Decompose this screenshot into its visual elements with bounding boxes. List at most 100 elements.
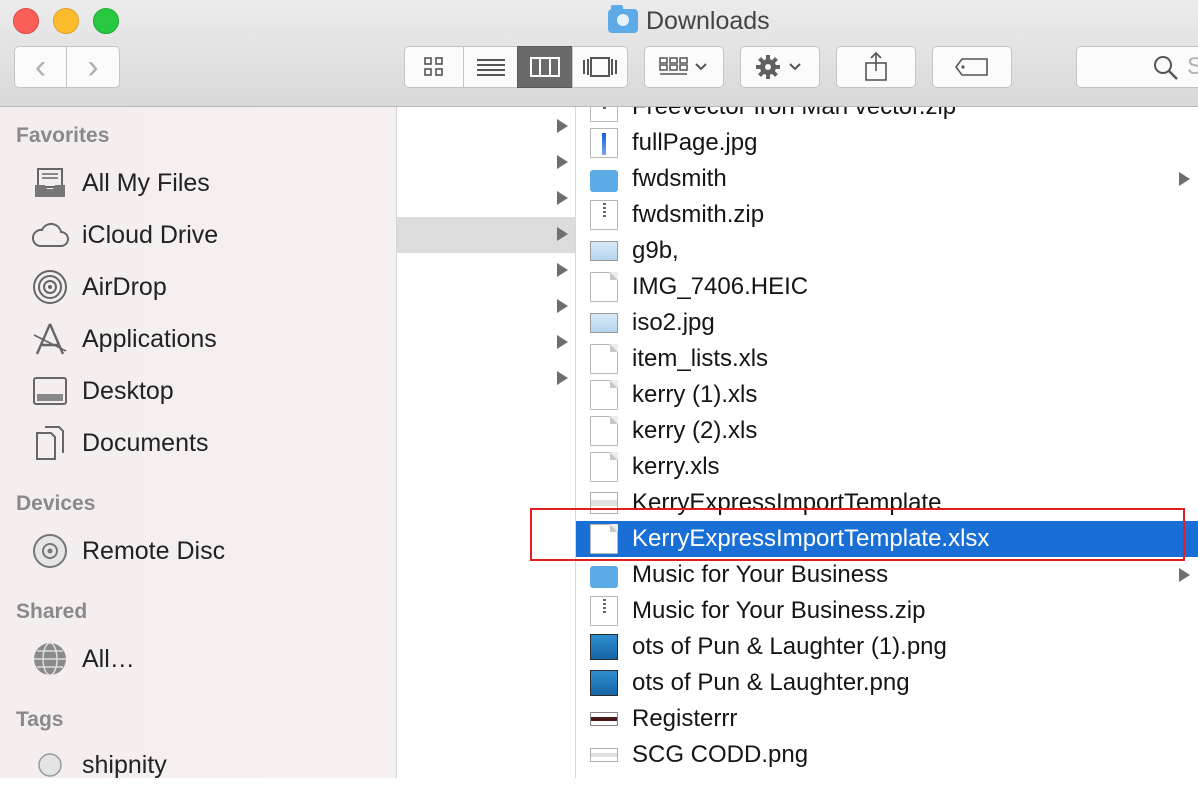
file-row[interactable]: SCG CODD.png: [576, 737, 1198, 773]
disclosure-triangle-icon: [1179, 172, 1190, 186]
sidebar-item-all-shared[interactable]: All…: [30, 639, 135, 679]
zip-file-icon: [590, 596, 618, 626]
search-placeholder: S: [1187, 53, 1198, 80]
document-icon: [590, 344, 618, 374]
file-row[interactable]: ots of Pun & Laughter (1).png: [576, 629, 1198, 665]
sidebar-item-label: All My Files: [82, 168, 210, 197]
image-file-icon: [590, 241, 618, 261]
zip-file-icon: [590, 200, 618, 230]
disclosure-triangle-icon: [557, 191, 568, 205]
arrange-button[interactable]: [644, 46, 724, 88]
sidebar-item-label: Documents: [82, 428, 209, 457]
sidebar-item-label: shipnity: [82, 750, 167, 779]
file-name: item_lists.xls: [632, 345, 769, 372]
file-row[interactable]: Freevector Iron Man vector.zip: [576, 107, 1198, 125]
share-button[interactable]: [836, 46, 916, 88]
disclosure-triangle-icon: [557, 155, 568, 169]
sidebar-section-devices: Devices: [16, 492, 96, 515]
file-name: SCG CODD.png: [632, 741, 809, 768]
document-icon: [590, 452, 618, 482]
close-window-button[interactable]: [13, 8, 39, 34]
disclosure-triangle-icon: [1179, 568, 1190, 582]
minimize-window-button[interactable]: [53, 8, 79, 34]
file-row[interactable]: IMG_7406.HEIC: [576, 269, 1198, 305]
sidebar-item-applications[interactable]: Applications: [30, 319, 217, 359]
file-name: iso2.jpg: [632, 309, 715, 336]
tag-button[interactable]: [932, 46, 1012, 88]
file-row[interactable]: kerry (1).xls: [576, 377, 1198, 413]
parent-column-selected-row[interactable]: [397, 217, 575, 253]
zip-file-icon: [590, 107, 618, 122]
disclosure-triangle-icon: [557, 263, 568, 277]
disclosure-triangle-icon: [557, 227, 568, 241]
disclosure-triangle-icon: [557, 119, 568, 133]
sidebar-item-label: iCloud Drive: [82, 220, 219, 249]
action-button[interactable]: [740, 46, 820, 88]
network-icon: [30, 641, 70, 677]
gear-icon: [756, 55, 801, 79]
file-row[interactable]: fwdsmith.zip: [576, 197, 1198, 233]
toolbar: Downloads ‹ › S: [0, 0, 1198, 107]
sidebar-item-label: Remote Disc: [82, 536, 226, 565]
list-view-button[interactable]: [463, 46, 518, 88]
sidebar-item-documents[interactable]: Documents: [30, 423, 208, 463]
coverflow-view-icon: [583, 57, 617, 77]
document-icon: [590, 416, 618, 446]
all-files-icon: [30, 165, 70, 201]
file-name: fwdsmith.zip: [632, 201, 765, 228]
parent-column[interactable]: [397, 107, 576, 778]
forward-button[interactable]: ›: [67, 46, 120, 88]
sidebar: Favorites All My Files iCloud Drive AirD…: [0, 107, 397, 779]
selection-highlight-box: [530, 508, 1185, 561]
list-view-icon: [476, 59, 505, 76]
sidebar-item-desktop[interactable]: Desktop: [30, 371, 174, 411]
file-row[interactable]: kerry (2).xls: [576, 413, 1198, 449]
disclosure-triangle-icon: [557, 371, 568, 385]
file-row[interactable]: Music for Your Business.zip: [576, 593, 1198, 629]
downloads-column: Freevector Iron Man vector.zip fullPage.…: [576, 107, 1198, 778]
file-name: kerry (1).xls: [632, 381, 758, 408]
sidebar-section-shared: Shared: [16, 600, 88, 623]
column-view-button[interactable]: [517, 46, 573, 88]
window-title-label: Downloads: [646, 6, 770, 35]
sidebar-item-icloud-drive[interactable]: iCloud Drive: [30, 215, 218, 255]
sidebar-item-label: Applications: [82, 324, 217, 353]
folder-row[interactable]: fwdsmith: [576, 161, 1198, 197]
cloud-icon: [30, 217, 70, 253]
sidebar-item-tag-shipnity[interactable]: shipnity: [30, 745, 167, 785]
file-name: Registerrr: [632, 705, 738, 732]
image-file-icon: [590, 313, 618, 333]
disclosure-triangle-icon: [557, 299, 568, 313]
image-file-icon: [590, 748, 618, 762]
chevron-right-icon: ›: [87, 48, 99, 86]
search-icon: [1154, 56, 1178, 80]
file-row[interactable]: kerry.xls: [576, 449, 1198, 485]
airdrop-icon: [30, 269, 70, 305]
file-name: kerry (2).xls: [632, 417, 758, 444]
search-field[interactable]: S: [1076, 46, 1198, 88]
coverflow-view-button[interactable]: [572, 46, 628, 88]
file-name: IMG_7406.HEIC: [632, 273, 809, 300]
sidebar-item-label: AirDrop: [82, 272, 167, 301]
file-row[interactable]: Registerrr: [576, 701, 1198, 737]
folder-row[interactable]: Music for Your Business: [576, 557, 1198, 593]
disc-icon: [30, 533, 70, 569]
column-view-icon: [530, 57, 560, 77]
window-title: Downloads: [608, 5, 770, 36]
file-row[interactable]: fullPage.jpg: [576, 125, 1198, 161]
sidebar-item-all-my-files[interactable]: All My Files: [30, 163, 210, 203]
zoom-window-button[interactable]: [93, 8, 119, 34]
back-button[interactable]: ‹: [14, 46, 67, 88]
icon-view-button[interactable]: [404, 46, 464, 88]
file-row[interactable]: item_lists.xls: [576, 341, 1198, 377]
sidebar-item-remote-disc[interactable]: Remote Disc: [30, 531, 225, 571]
file-row[interactable]: iso2.jpg: [576, 305, 1198, 341]
document-icon: [590, 272, 618, 302]
file-row[interactable]: ots of Pun & Laughter.png: [576, 665, 1198, 701]
disclosure-triangle-icon: [557, 335, 568, 349]
image-file-icon: [590, 712, 618, 726]
document-icon: [590, 380, 618, 410]
file-row[interactable]: g9b,: [576, 233, 1198, 269]
sidebar-item-airdrop[interactable]: AirDrop: [30, 267, 167, 307]
grid-view-icon: [424, 57, 443, 76]
